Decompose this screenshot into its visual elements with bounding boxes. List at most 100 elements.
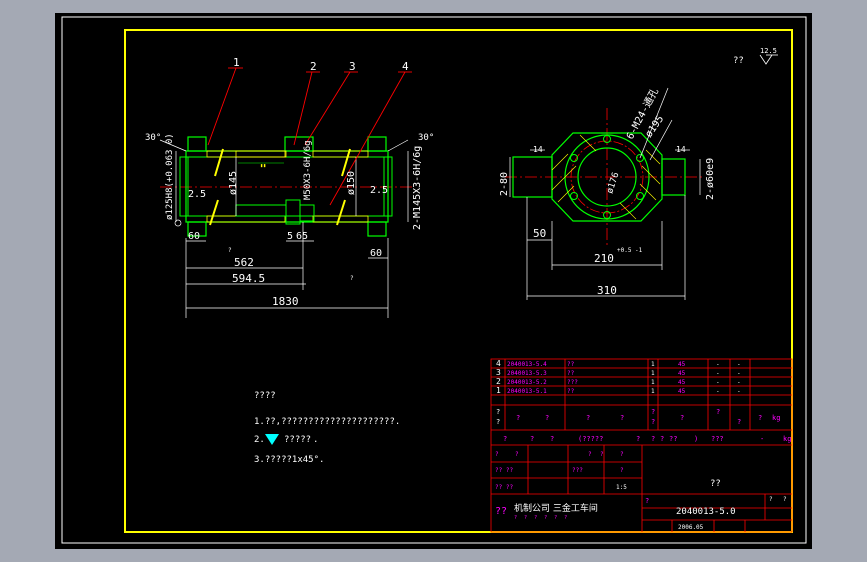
part-dash: - — [737, 379, 741, 386]
part-material: 45 — [678, 388, 686, 395]
balloon-4: 4 — [402, 60, 409, 73]
row2-cell: ) — [694, 435, 698, 443]
cad-drawing: ▮▮ 1 2 3 4 30° 30° ø125H8(+0.063 0) ø145… — [55, 13, 812, 549]
part-code: 2040013-5.1 — [507, 388, 547, 395]
balloon-1: 1 — [233, 56, 240, 69]
row5-cell: ?? ?? — [495, 484, 513, 491]
row2-cell: ? — [550, 435, 554, 443]
dim-2-80: 2-80 — [499, 172, 510, 196]
notes-line-2-prefix: 2. — [254, 435, 265, 445]
row4-cell: ?? ?? — [495, 467, 513, 474]
part-dash: - — [716, 370, 720, 377]
scale-value: 1:5 — [616, 484, 627, 491]
header-cell: ? — [651, 418, 655, 426]
surface-finish-value: 12.5 — [760, 47, 777, 55]
header-cell: ? — [496, 408, 500, 416]
part-code: 2040013-5.4 — [507, 361, 547, 368]
part-name: ?? — [567, 361, 575, 368]
small-note-2: ? — [350, 275, 354, 282]
header-cell: ? — [516, 414, 520, 422]
header-cell: ? — [620, 414, 624, 422]
row2-cell: ? — [651, 435, 655, 443]
row2-cell: ??? — [711, 435, 724, 443]
notes-line-3: 3.?????1x45°. — [254, 455, 324, 465]
part-dash: - — [737, 388, 741, 395]
part-name: ?? — [567, 388, 575, 395]
angle-left: 30° — [145, 133, 161, 143]
dim-1830: 1830 — [272, 295, 299, 308]
notes-line-2-suffix: . — [313, 435, 318, 445]
drawing-background — [55, 13, 812, 549]
header-cell: ? — [758, 414, 762, 422]
company-name: 机制公司 三金工车间 — [514, 502, 598, 514]
header-cell: ? — [545, 414, 549, 422]
part-no: 3 — [496, 368, 501, 377]
row3-cell: ? — [495, 451, 499, 458]
row2-cell: ?? — [669, 435, 677, 443]
row2-cell: ? — [660, 435, 664, 443]
dim-60-right: 60 — [370, 248, 382, 259]
angle-right: 30° — [418, 133, 434, 143]
dim-14: 14 — [533, 145, 543, 154]
part-name: ?? — [567, 370, 575, 377]
part-material: 45 — [678, 370, 686, 377]
header-cell: ? — [651, 408, 655, 416]
row3-cell: ? — [600, 451, 604, 458]
dim-d60e9: 2-ø60e9 — [705, 158, 716, 200]
row2-cell: (????? — [578, 435, 603, 443]
header-cell: ? — [737, 418, 741, 426]
svg-text:▮▮: ▮▮ — [260, 163, 266, 169]
dim-594-5: 594.5 — [232, 272, 265, 285]
row2-cell: - — [760, 435, 764, 443]
dim-60-left: 60 — [188, 231, 200, 242]
dim-inner-right: ø150 — [346, 171, 357, 195]
row4-cell: ??? — [572, 467, 583, 474]
dim-14b: 14 — [676, 145, 686, 154]
company-prefix: ?? — [495, 506, 507, 517]
row2-cell: ? — [503, 435, 507, 443]
header-cell: ? — [496, 418, 500, 426]
row4-cell: ? — [620, 467, 624, 474]
row3-cell: ? — [588, 451, 592, 458]
surface-finish-prefix: ?? — [733, 56, 744, 66]
row2-cell: kg — [783, 435, 791, 443]
dim-wall-right: 2.5 — [370, 185, 388, 196]
part-name: ??? — [567, 379, 578, 386]
balloon-3: 3 — [349, 60, 356, 73]
part-no: 1 — [496, 386, 501, 395]
balloon-2: 2 — [310, 60, 317, 73]
part-material: 45 — [678, 379, 686, 386]
part-qty: 1 — [651, 388, 655, 395]
dim-wall-left: 2.5 — [188, 189, 206, 200]
dim-65: 65 — [296, 231, 308, 242]
dim-310: 310 — [597, 284, 617, 297]
dim-inner: ø145 — [228, 171, 239, 195]
part-qty: 1 — [651, 361, 655, 368]
notes-line-2-text: ????? — [284, 435, 311, 445]
part-dash: - — [737, 361, 741, 368]
header-kg: kg — [772, 414, 780, 422]
part-no: 2 — [496, 377, 501, 386]
part-dash: - — [737, 370, 741, 377]
dim-50: 50 — [533, 227, 546, 240]
part-no: 4 — [496, 359, 501, 368]
drawing-number: 2040013-5.0 — [676, 507, 736, 517]
row3-cell: ? — [620, 451, 624, 458]
dim-562: 562 — [234, 256, 254, 269]
sheet-2: ? — [783, 496, 787, 503]
part-code: 2040013-5.3 — [507, 370, 547, 377]
header-cell: ? — [680, 414, 684, 422]
dim-bore-left: ø125H8(+0.063 0) — [165, 133, 175, 220]
part-dash: - — [716, 379, 720, 386]
part-dash: - — [716, 361, 720, 368]
dim-210-tol: +0.5 -1 — [617, 247, 643, 254]
part-material: 45 — [678, 361, 686, 368]
header-cell: ? — [716, 408, 720, 416]
header-cell: ? — [586, 414, 590, 422]
dim-thread-mid: M50X3-6H/6g — [303, 140, 313, 200]
sheet-1: ? — [769, 496, 773, 503]
drawing-name: ?? — [710, 479, 721, 489]
part-qty: 1 — [651, 379, 655, 386]
notes-title: ???? — [254, 391, 276, 401]
notes-line-1: 1.??,?????????????????????. — [254, 417, 400, 427]
